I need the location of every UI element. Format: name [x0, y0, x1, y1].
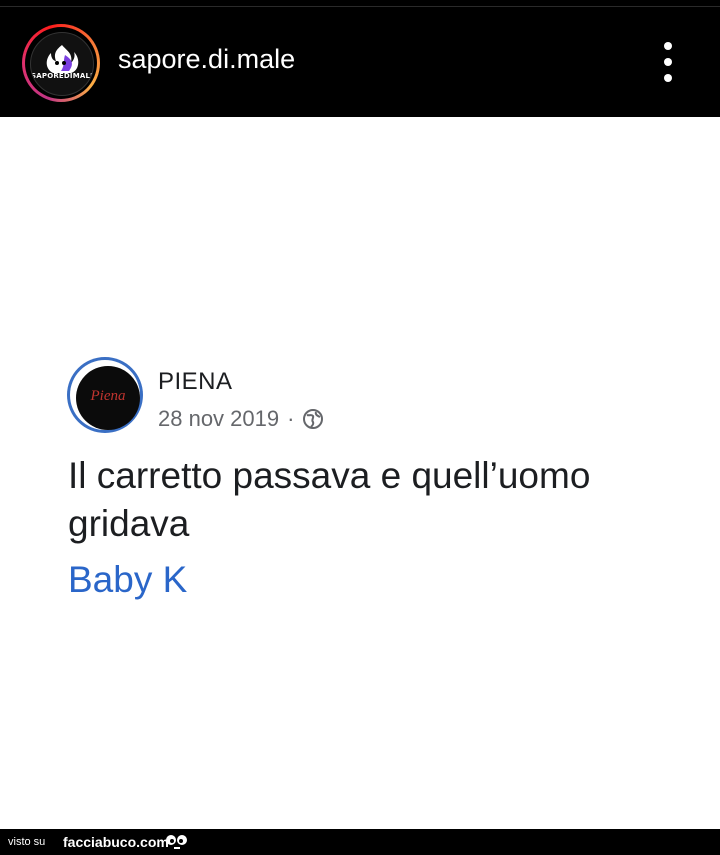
flame-logo-icon	[46, 45, 79, 73]
more-options-button[interactable]	[654, 40, 682, 84]
meta-separator: ·	[287, 406, 295, 431]
profile-username[interactable]: sapore.di.male	[118, 44, 295, 75]
more-vert-icon	[664, 42, 672, 50]
top-bar: SAPOREDIMALE sapore.di.male	[0, 0, 720, 117]
post-meta: 28 nov 2019 ·	[158, 406, 324, 432]
footer-brand-link[interactable]: facciabuco.com	[63, 834, 169, 850]
footer-visto-label: visto su	[8, 836, 46, 848]
facciabuco-eyes-icon	[166, 835, 187, 849]
profile-avatar[interactable]: SAPOREDIMALE	[22, 24, 100, 102]
post-body-text: Il carretto passava e quell’uomo gridava	[68, 455, 591, 544]
status-divider	[0, 6, 720, 7]
globe-icon	[303, 409, 324, 429]
post-date[interactable]: 28 nov 2019	[158, 406, 279, 432]
avatar-label: SAPOREDIMALE	[31, 72, 94, 80]
tagged-page-link[interactable]: Baby K	[68, 556, 187, 604]
post-author-avatar[interactable]: Piena	[67, 357, 143, 433]
post-author-name[interactable]: PIENA	[158, 368, 233, 396]
watermark-footer: visto su facciabuco.com	[0, 829, 720, 855]
avatar-logo-text: Piena	[90, 388, 126, 404]
